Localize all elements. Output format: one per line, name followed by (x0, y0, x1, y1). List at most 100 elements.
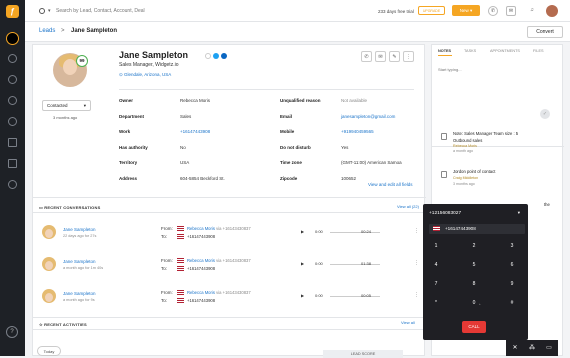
from-value[interactable]: Rebecca Moris via +16143430837 (187, 290, 251, 295)
sidebar-item-calendar-icon[interactable] (8, 138, 17, 147)
dialer-number[interactable]: +12156083027 (429, 211, 461, 216)
close-icon[interactable]: ✕ (510, 343, 520, 353)
lead-location[interactable]: ⊙ Glendale, Arizona, USA (119, 72, 171, 78)
convert-button[interactable]: Convert (527, 26, 563, 38)
app-logo[interactable]: ƒ (6, 5, 19, 18)
from-value[interactable]: Rebecca Moris via +16143430837 (187, 258, 251, 263)
dialpad-key[interactable]: 1 (427, 241, 445, 251)
tab-notes[interactable]: NOTES (438, 49, 451, 53)
conversation-avatar (42, 257, 56, 271)
chevron-down-icon[interactable]: ▾ (48, 8, 51, 14)
conversation-time: a month ago for 9s (63, 298, 95, 302)
audio-duration: 01:38 (361, 261, 372, 266)
dialpad-key[interactable]: 8 (465, 279, 483, 289)
more-icon[interactable]: ⋮ (414, 228, 419, 234)
sidebar-item-dashboard-icon[interactable] (6, 32, 19, 45)
dialpad-key[interactable]: 3 (503, 241, 521, 251)
from-value[interactable]: Rebecca Moris via +16143430837 (187, 226, 251, 231)
tab-files[interactable]: FILES (533, 49, 544, 53)
call-button[interactable]: CALL (462, 321, 486, 333)
bell-icon[interactable]: ♫ (527, 6, 537, 16)
dialpad-key[interactable]: 7 (427, 279, 445, 289)
to-value: +16147443908 (187, 234, 216, 239)
audio-track[interactable] (330, 296, 380, 297)
search-input[interactable] (56, 5, 196, 17)
more-action-icon[interactable]: ⋮ (403, 51, 414, 62)
field-label: Territory (119, 160, 138, 165)
conversation-contact[interactable]: Jane Sampleton (63, 291, 96, 296)
to-label: To: (161, 234, 168, 239)
user-avatar[interactable] (546, 5, 558, 17)
field-value[interactable]: janesampleton@gmail.com (341, 114, 395, 119)
conversation-contact[interactable]: Jane Sampleton (63, 259, 96, 264)
conversation-avatar (42, 225, 56, 239)
field-value: (GMT-11:00) American Samoa (341, 160, 402, 165)
view-edit-fields-link[interactable]: View and edit all fields (368, 182, 412, 187)
note-input[interactable] (438, 64, 556, 74)
tab-appointments[interactable]: APPOINTMENTS (490, 49, 520, 53)
to-value: +16147443908 (187, 298, 216, 303)
sidebar-item-contacts-icon[interactable] (8, 75, 17, 84)
sidebar-item-settings-icon[interactable] (8, 180, 17, 189)
dialpad-key[interactable]: 5 (465, 260, 483, 270)
dialpad-key[interactable]: 6 (503, 260, 521, 270)
play-icon[interactable]: ▶ (301, 261, 304, 266)
audio-track[interactable] (330, 264, 380, 265)
upgrade-button[interactable]: UPGRADE (418, 6, 445, 15)
email-action-icon[interactable]: ✉ (375, 51, 386, 62)
field-label: Address (119, 175, 138, 181)
field-value[interactable]: +919940459565 (341, 129, 374, 134)
activity-text: Jordon point of contact (453, 169, 496, 174)
dialer-from-number: +16147443908 (445, 226, 476, 231)
dialpad-key[interactable]: * (427, 298, 445, 308)
bottom-dock: ✕ ⁂ ▭ (506, 340, 558, 356)
activity-text: Outbound sales (453, 138, 483, 143)
conversation-time: 22 days ago for 27s (63, 234, 97, 238)
check-icon[interactable]: ✓ (540, 109, 550, 119)
dialpad-key[interactable]: 2 (465, 241, 483, 251)
dialpad-key[interactable]: 9 (503, 279, 521, 289)
breadcrumb-leads-link[interactable]: Leads (39, 28, 55, 34)
search-icon[interactable] (39, 8, 45, 14)
us-flag-icon (177, 234, 184, 239)
sidebar-item-deals-icon[interactable] (8, 96, 17, 105)
divider (33, 329, 426, 330)
twitter-icon[interactable] (213, 53, 219, 59)
help-icon[interactable]: ? (6, 326, 18, 338)
mail-icon[interactable]: ✉ (506, 6, 516, 16)
dialpad-key[interactable]: # (503, 298, 521, 308)
more-icon[interactable]: ⋮ (414, 260, 419, 266)
more-icon[interactable]: ⋮ (414, 292, 419, 298)
field-label: Has authority (119, 144, 148, 150)
tab-tasks[interactable]: TASKS (464, 49, 476, 53)
conversations-view-all[interactable]: View all (22) (397, 204, 419, 209)
chevron-down-icon: ▾ (83, 103, 86, 108)
activities-view-all[interactable]: View all (401, 320, 415, 325)
star-icon[interactable] (205, 53, 211, 59)
status-dropdown[interactable]: Contacted ▾ (42, 100, 91, 111)
audio-track[interactable] (330, 232, 380, 233)
phone-icon[interactable]: ✆ (488, 6, 498, 16)
sidebar-item-leads-icon[interactable] (8, 54, 17, 63)
edit-action-icon[interactable]: ✎ (389, 51, 400, 62)
field-value: Yes (341, 144, 349, 150)
field-value[interactable]: +16147443908 (180, 129, 210, 134)
linkedin-icon[interactable] (221, 53, 227, 59)
dialpad-key[interactable]: 4 (427, 260, 445, 270)
lead-name: Jane Sampleton (119, 50, 189, 60)
play-icon[interactable]: ▶ (301, 293, 304, 298)
call-action-icon[interactable]: ✆ (361, 51, 372, 62)
sidebar-item-reports-icon[interactable] (8, 159, 17, 168)
status-value: Contacted (47, 103, 68, 108)
chat-icon[interactable]: ▭ (544, 343, 554, 353)
dialpad-icon[interactable]: ⁂ (527, 343, 537, 353)
sidebar-item-phone-icon[interactable] (8, 117, 17, 126)
play-icon[interactable]: ▶ (301, 229, 304, 234)
note-icon (441, 133, 447, 140)
new-button[interactable]: New ▾ (452, 5, 480, 16)
audio-duration: 00:24 (361, 229, 372, 234)
chevron-down-icon[interactable]: ▾ (518, 210, 520, 216)
us-flag-icon (177, 266, 184, 271)
dialer-from-select[interactable]: +16147443908 (429, 224, 525, 234)
conversation-contact[interactable]: Jane Sampleton (63, 227, 96, 232)
